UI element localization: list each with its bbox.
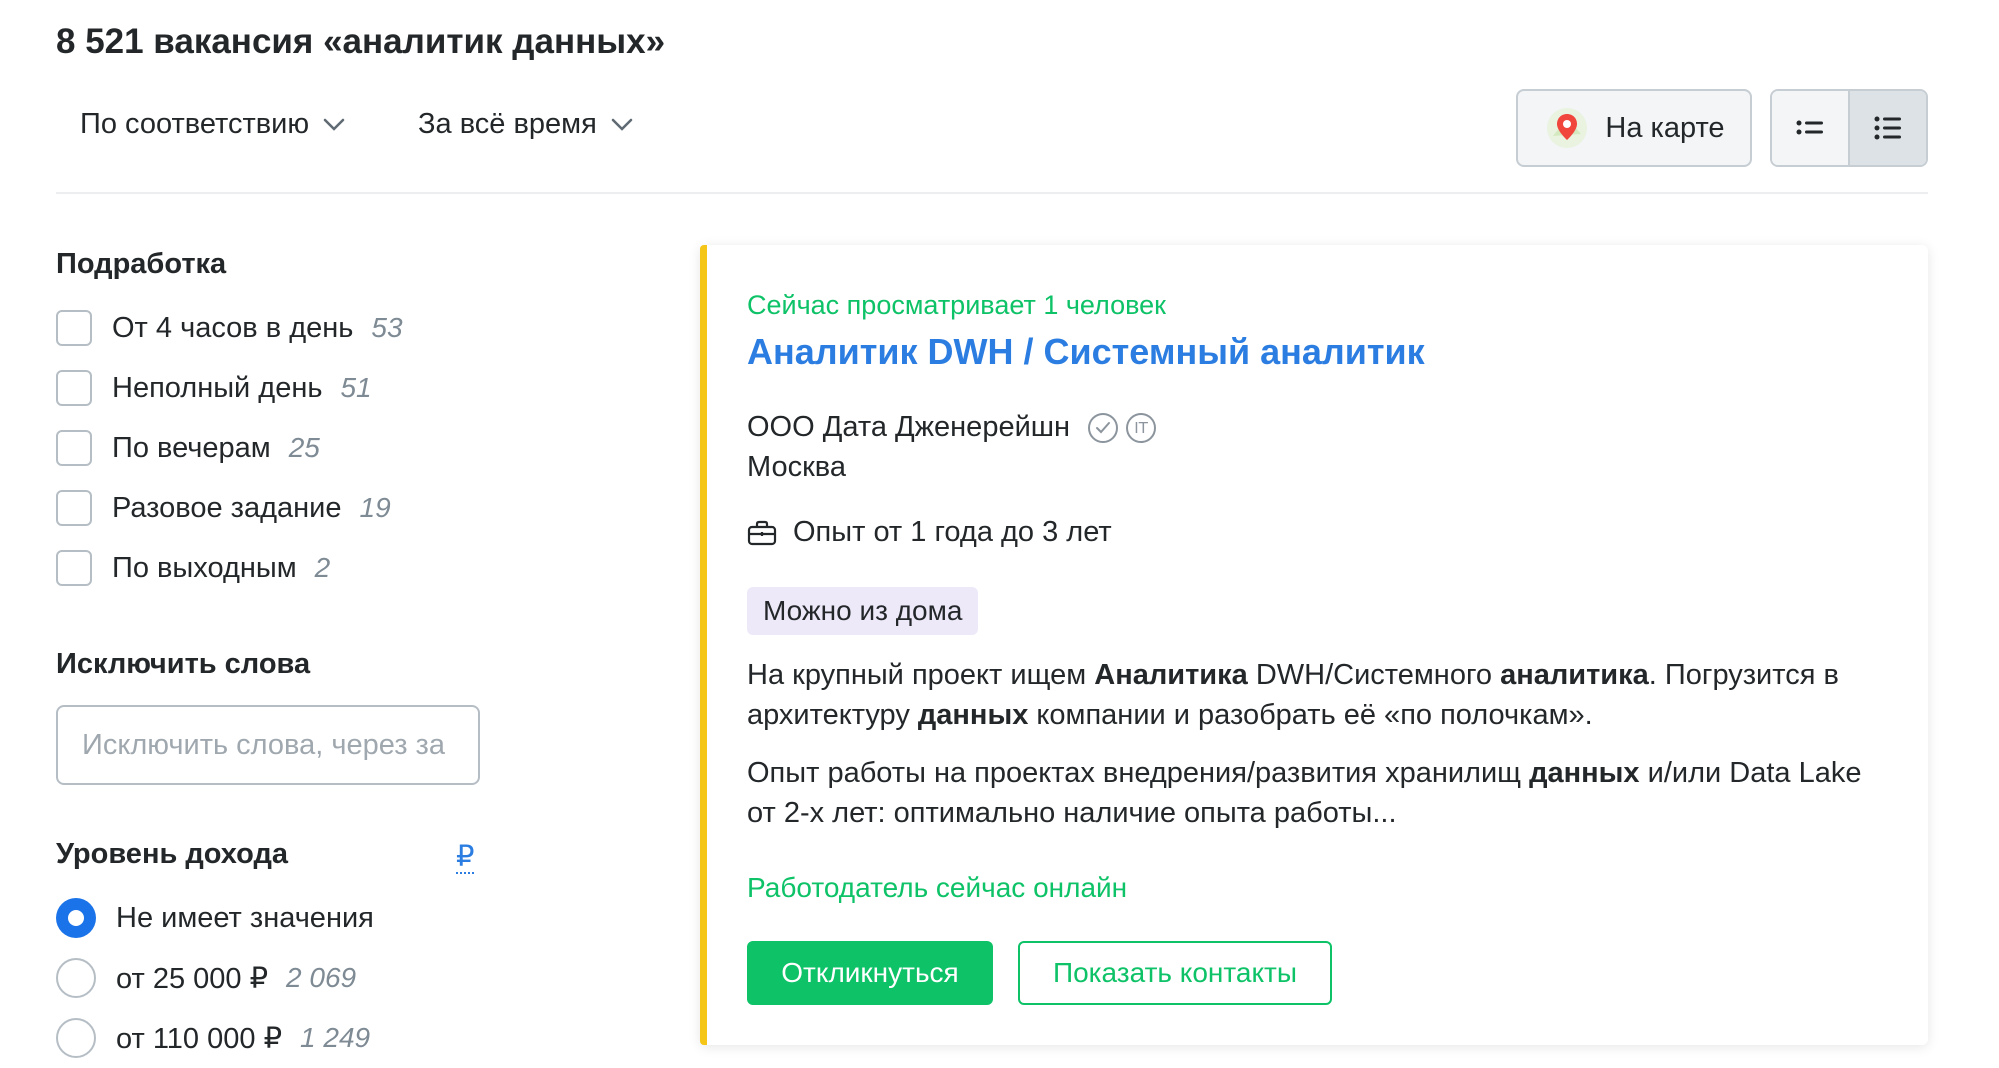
detailed-view-button[interactable]: [1848, 91, 1926, 165]
viewers-count: Сейчас просматривает 1 человек: [747, 290, 1166, 320]
checkbox[interactable]: [56, 490, 92, 526]
snippet-text: На крупный проект ищем: [747, 659, 1095, 691]
radio-count: 2 069: [286, 962, 357, 993]
radio-label: от 25 000 ₽: [116, 962, 269, 995]
part-time-checkbox-row[interactable]: Разовое задание 19: [56, 487, 391, 529]
chevron-down-icon: [323, 118, 345, 131]
radio-button-selected[interactable]: [56, 898, 96, 938]
snippet-text: Опыт работы на проектах внедрения/развит…: [747, 757, 1530, 789]
snippet-text: DWH/Системного: [1247, 659, 1501, 691]
checkbox-count: 2: [314, 552, 331, 583]
part-time-checkbox-row[interactable]: По выходным 2: [56, 547, 330, 589]
company-name: ООО Дата Дженерейшн: [747, 411, 1071, 443]
map-pin-icon: [1547, 108, 1588, 148]
vacancy-snippet-requirement: Опыт работы на проектах внедрения/развит…: [747, 753, 1897, 833]
detailed-list-icon: [1874, 116, 1901, 140]
page-title: 8 521 вакансия «аналитик данных»: [56, 22, 666, 61]
chevron-down-icon: [611, 118, 633, 131]
radio-label: Не имеет значения: [116, 901, 374, 934]
snippet-highlight: Аналитика: [1094, 659, 1248, 691]
employer-online-status: Работодатель сейчас онлайн: [747, 872, 1128, 903]
vacancy-title-link[interactable]: Аналитик DWH / Системный аналитик: [747, 331, 1425, 373]
radio-button[interactable]: [56, 958, 96, 998]
income-radio-row[interactable]: Не имеет значения: [56, 897, 374, 939]
remote-work-tag: Можно из дома: [747, 587, 979, 635]
checkbox-count: 51: [340, 372, 372, 403]
company-link[interactable]: ООО Дата Дженерейшн IT: [747, 411, 1157, 444]
experience-text: Опыт от 1 года до 3 лет: [793, 516, 1112, 548]
snippet-highlight: аналитика: [1500, 659, 1649, 691]
map-button[interactable]: На карте: [1516, 89, 1752, 167]
part-time-checkbox-row[interactable]: Неполный день 51: [56, 367, 372, 409]
part-time-section-title: Подработка: [56, 248, 227, 280]
exclude-words-title: Исключить слова: [56, 648, 311, 680]
checkbox-count: 19: [359, 492, 391, 523]
checkbox-count: 53: [371, 312, 403, 343]
vacancy-card-accent: [700, 245, 707, 1045]
verified-check-icon: [1088, 412, 1119, 443]
checkbox-label: Разовое задание: [112, 491, 342, 524]
show-contacts-button[interactable]: Показать контакты: [1018, 941, 1332, 1005]
checkbox-label: Неполный день: [112, 371, 323, 404]
vacancy-city: Москва: [747, 451, 847, 483]
snippet-text: компании и разобрать её «по полочкам».: [1028, 699, 1593, 731]
checkbox-count: 25: [288, 432, 320, 463]
view-mode-toggle: [1770, 89, 1928, 167]
part-time-checkbox-row[interactable]: От 4 часов в день 53: [56, 307, 403, 349]
it-accreditation-icon: IT: [1126, 412, 1157, 443]
sort-period-dropdown[interactable]: За всё время: [418, 108, 633, 141]
experience-row: Опыт от 1 года до 3 лет: [747, 516, 1112, 549]
checkbox-label: От 4 часов в день: [112, 311, 354, 344]
vacancy-snippet-responsibility: На крупный проект ищем Аналитика DWH/Сис…: [747, 655, 1897, 735]
compact-view-button[interactable]: [1772, 91, 1848, 165]
header-divider: [56, 192, 1928, 194]
radio-button[interactable]: [56, 1018, 96, 1058]
checkbox[interactable]: [56, 550, 92, 586]
income-radio-row[interactable]: от 110 000 ₽ 1 249: [56, 1017, 370, 1059]
snippet-highlight: данных: [1529, 757, 1640, 789]
sort-order-dropdown[interactable]: По соответствию: [80, 108, 345, 141]
part-time-checkbox-row[interactable]: По вечерам 25: [56, 427, 320, 469]
income-level-title: Уровень дохода: [56, 838, 289, 870]
exclude-words-input[interactable]: [56, 705, 480, 785]
radio-count: 1 249: [300, 1022, 371, 1053]
checkbox-label: По выходным: [112, 551, 297, 584]
checkbox[interactable]: [56, 370, 92, 406]
checkbox[interactable]: [56, 310, 92, 346]
sort-period-label: За всё время: [418, 108, 597, 140]
income-radio-row[interactable]: от 25 000 ₽ 2 069: [56, 957, 356, 999]
snippet-highlight: данных: [917, 699, 1029, 731]
radio-label: от 110 000 ₽: [116, 1022, 283, 1055]
apply-button[interactable]: Откликнуться: [747, 941, 993, 1005]
map-button-label: На карте: [1605, 111, 1725, 144]
currency-selector[interactable]: ₽: [456, 842, 475, 874]
compact-list-icon: [1796, 120, 1823, 135]
briefcase-icon: [747, 520, 777, 545]
checkbox-label: По вечерам: [112, 431, 271, 464]
checkbox[interactable]: [56, 430, 92, 466]
sort-order-label: По соответствию: [80, 108, 310, 140]
